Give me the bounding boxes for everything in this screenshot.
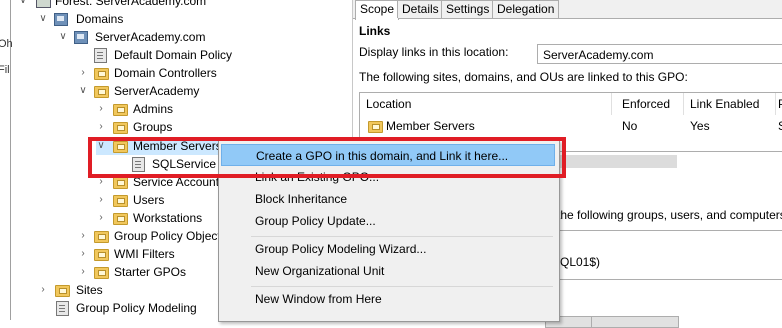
tree-label: SQLService L <box>152 157 227 171</box>
cell-enforced: No <box>622 119 638 133</box>
menu-item-link-existing-gpo[interactable]: Link an Existing GPO... <box>221 166 555 188</box>
chevron-right-icon[interactable]: › <box>96 100 106 118</box>
chevron-right-icon[interactable]: › <box>96 173 106 191</box>
cell-link-enabled: Yes <box>690 119 710 133</box>
tab-delegation[interactable]: Delegation <box>492 0 560 18</box>
cell-location: Member Servers <box>386 119 475 133</box>
domain-icon <box>74 31 88 44</box>
folder-icon <box>94 231 109 243</box>
tree-label: Domains <box>76 12 124 26</box>
remove-button[interactable] <box>591 316 679 328</box>
chevron-right-icon[interactable]: › <box>78 64 88 82</box>
menu-item-block-inheritance[interactable]: Block Inheritance <box>221 188 555 210</box>
tab-settings[interactable]: Settings <box>441 0 495 18</box>
security-filtering-label: the following groups, users, and compute… <box>557 208 782 222</box>
tree-label: Default Domain Policy <box>114 48 233 62</box>
chevron-right-icon[interactable]: › <box>96 209 106 227</box>
ou-folder-icon <box>113 141 128 153</box>
chevron-right-icon[interactable]: › <box>38 281 48 299</box>
menu-separator <box>251 236 553 237</box>
ou-folder-icon <box>113 104 128 116</box>
tree-node-member-servers[interactable]: ∨ Member Servers <box>96 137 222 155</box>
folder-icon <box>94 267 109 279</box>
tree-label: Admins <box>133 102 174 116</box>
column-header-link-enabled[interactable]: Link Enabled <box>684 93 776 115</box>
tab-bar: Scope Details Settings Delegation <box>353 0 782 20</box>
tree-label: Service Account <box>133 175 220 189</box>
chevron-right-icon[interactable]: › <box>78 245 88 263</box>
chevron-right-icon[interactable]: › <box>96 191 106 209</box>
tree-label: Workstations <box>133 211 203 225</box>
edge-text: Fil <box>0 64 10 76</box>
tree-label: Sites <box>76 283 103 297</box>
ou-folder-icon <box>113 195 128 207</box>
links-heading: Links <box>359 24 391 38</box>
linked-locations-label: The following sites, domains, and OUs ar… <box>359 70 688 84</box>
chevron-down-icon[interactable]: ∨ <box>18 0 28 10</box>
folder-icon <box>55 285 70 297</box>
domains-icon <box>54 13 68 26</box>
chevron-down-icon[interactable]: ∨ <box>96 137 106 155</box>
tree-label: Users <box>133 193 165 207</box>
tab-scope[interactable]: Scope <box>355 0 400 20</box>
tree-label: ServerAcademy.com <box>95 30 206 44</box>
modeling-icon <box>56 301 69 316</box>
tab-details[interactable]: Details <box>397 0 444 18</box>
chevron-right-icon[interactable]: › <box>78 263 88 281</box>
chevron-down-icon[interactable]: ∨ <box>38 10 48 28</box>
tree-label: Group Policy Modeling <box>76 301 197 315</box>
tree-label: Groups <box>133 120 173 134</box>
tree-label: WMI Filters <box>114 247 175 261</box>
menu-item-new-ou[interactable]: New Organizational Unit <box>221 260 555 282</box>
display-links-label: Display links in this location: <box>359 45 509 59</box>
context-menu: Create a GPO in this domain, and Link it… <box>218 140 560 322</box>
tree-label: Domain Controllers <box>114 66 217 80</box>
ou-folder-icon <box>113 122 128 134</box>
gpo-link-icon <box>94 48 107 63</box>
menu-item-modeling-wizard[interactable]: Group Policy Modeling Wizard... <box>221 238 555 260</box>
cell-path: S <box>776 117 782 135</box>
tree-label: Starter GPOs <box>114 265 187 279</box>
security-filtering-list[interactable]: SQL01$) <box>549 230 782 280</box>
gpo-link-icon <box>132 157 145 172</box>
tree-label: Member Servers <box>133 139 222 153</box>
chevron-down-icon[interactable]: ∨ <box>58 28 68 46</box>
forest-icon <box>36 0 51 8</box>
tree-label: Forest: ServerAcademy.com <box>55 0 207 8</box>
menu-separator <box>251 286 553 287</box>
edge-text: Oh <box>0 38 13 50</box>
ou-folder-icon <box>94 86 109 98</box>
menu-item-create-gpo-and-link[interactable]: Create a GPO in this domain, and Link it… <box>221 144 555 166</box>
menu-item-group-policy-update[interactable]: Group Policy Update... <box>221 210 555 232</box>
tree-label: ServerAcademy <box>114 84 200 98</box>
folder-icon <box>94 249 109 261</box>
menu-item-new-window[interactable]: New Window from Here <box>221 288 555 310</box>
tree-label: Group Policy Object <box>114 229 221 243</box>
ou-folder-icon <box>94 68 109 80</box>
chevron-right-icon[interactable]: › <box>96 118 106 136</box>
ou-folder-icon <box>113 177 128 189</box>
ou-folder-icon <box>113 213 128 225</box>
chevron-down-icon[interactable]: ∨ <box>78 82 88 100</box>
column-header-enforced[interactable]: Enforced <box>616 93 684 115</box>
display-links-select[interactable]: ServerAcademy.com <box>537 44 782 64</box>
column-header-location[interactable]: Location <box>360 93 612 115</box>
column-header-path[interactable]: P <box>776 93 782 115</box>
left-pane-edge: Oh Fil <box>0 0 13 320</box>
chevron-right-icon[interactable]: › <box>78 227 88 245</box>
